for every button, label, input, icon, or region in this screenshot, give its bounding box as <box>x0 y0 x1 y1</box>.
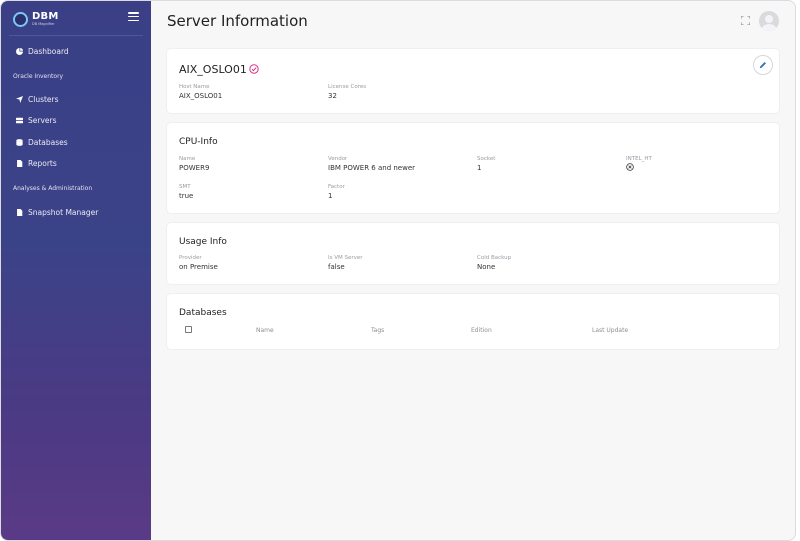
database-icon <box>16 138 23 146</box>
pencil-icon <box>759 62 766 69</box>
intel-ht-label: INTEL_HT <box>626 156 652 162</box>
sidebar-item-label: Databases <box>28 137 68 147</box>
usage-info-card: Usage Info Provider on Premise Is VM Ser… <box>167 223 779 284</box>
sidebar-item-databases[interactable]: Databases <box>16 136 68 148</box>
sidebar-item-clusters[interactable]: Clusters <box>16 93 59 105</box>
verified-check-icon <box>249 64 259 74</box>
sidebar-item-reports[interactable]: Reports <box>16 157 57 169</box>
databases-title: Databases <box>179 308 227 318</box>
factor-label: Factor <box>328 184 345 190</box>
provider-value: on Premise <box>179 263 218 271</box>
license-cores-label: License Cores <box>328 84 367 90</box>
factor-value: 1 <box>328 192 333 200</box>
divider <box>9 35 143 36</box>
brand-title: DBM <box>32 10 59 22</box>
server-icon <box>16 117 23 123</box>
sidebar-item-label: Snapshot Manager <box>28 207 99 217</box>
cpu-name-value: POWER9 <box>179 164 210 172</box>
avatar[interactable] <box>759 11 779 31</box>
send-icon <box>16 95 23 103</box>
fullscreen-icon[interactable] <box>741 16 750 25</box>
section-analyses-administration: Analyses & Administration <box>13 185 93 192</box>
server-card: AIX_OSLO01 Host Name AIX_OSLO01 License … <box>167 49 779 113</box>
sidebar-item-label: Clusters <box>28 94 59 104</box>
main-content: Server Information AIX_OSLO01 Host Name <box>151 1 795 540</box>
sidebar-item-label: Dashboard <box>28 46 69 56</box>
sidebar: DBM DB Magnifier Dashboard Oracle Invent… <box>1 1 151 540</box>
cpu-info-title: CPU-Info <box>179 137 218 147</box>
sidebar-item-snapshot-manager[interactable]: Snapshot Manager <box>16 206 98 218</box>
section-oracle-inventory: Oracle Inventory <box>13 73 64 80</box>
server-name: AIX_OSLO01 <box>179 63 247 76</box>
smt-value: true <box>179 192 194 200</box>
sidebar-item-servers[interactable]: Servers <box>16 114 57 126</box>
logo-icon <box>13 11 28 27</box>
file-icon <box>17 208 23 216</box>
dashboard-icon <box>16 47 23 55</box>
vendor-value: IBM POWER 6 and newer <box>328 164 416 172</box>
edit-button[interactable] <box>753 55 773 75</box>
vm-server-value: false <box>328 263 345 271</box>
page-title: Server Information <box>167 12 308 30</box>
usage-info-title: Usage Info <box>179 237 227 247</box>
vm-server-label: Is VM Server <box>328 255 363 261</box>
databases-card: Databases Name Tags Edition Last Update <box>167 294 779 349</box>
cpu-info-card: CPU-Info Name POWER9 Vendor IBM POWER 6 … <box>167 123 779 213</box>
host-name-value: AIX_OSLO01 <box>179 92 223 100</box>
cpu-name-label: Name <box>179 156 196 162</box>
socket-value: 1 <box>477 164 482 172</box>
cold-backup-value: None <box>477 263 496 271</box>
file-icon <box>17 159 23 167</box>
sidebar-item-label: Servers <box>28 115 57 125</box>
close-circle-icon <box>626 163 634 171</box>
select-all-checkbox[interactable] <box>185 326 192 333</box>
socket-label: Socket <box>477 156 496 162</box>
app-window: DBM DB Magnifier Dashboard Oracle Invent… <box>0 0 796 541</box>
sidebar-item-dashboard[interactable]: Dashboard <box>16 45 69 57</box>
sidebar-item-label: Reports <box>28 158 57 168</box>
brand-subtitle: DB Magnifier <box>32 21 55 26</box>
column-header-name[interactable]: Name <box>256 327 274 334</box>
host-name-label: Host Name <box>179 84 210 90</box>
cold-backup-label: Cold Backup <box>477 255 512 261</box>
brand-logo[interactable]: DBM DB Magnifier <box>13 9 58 29</box>
user-icon <box>761 15 777 31</box>
column-header-edition[interactable]: Edition <box>471 327 492 334</box>
provider-label: Provider <box>179 255 202 261</box>
smt-label: SMT <box>179 184 191 190</box>
license-cores-value: 32 <box>328 92 337 100</box>
column-header-last-update[interactable]: Last Update <box>592 327 628 334</box>
column-header-tags[interactable]: Tags <box>371 327 384 334</box>
vendor-label: Vendor <box>328 156 348 162</box>
menu-toggle-icon[interactable] <box>128 12 139 21</box>
